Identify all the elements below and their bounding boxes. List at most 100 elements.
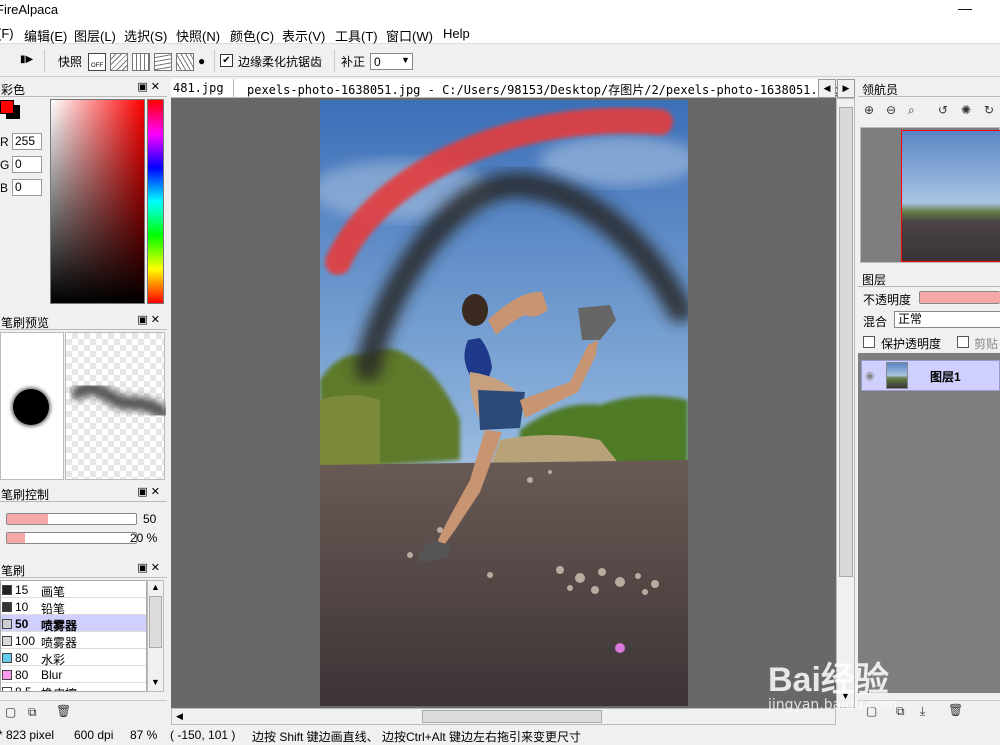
brush-name: 橡皮擦 xyxy=(41,685,77,691)
brush-size: 8.5 xyxy=(15,685,32,692)
brush-list-item[interactable]: 80 Blur xyxy=(1,666,146,683)
brush-list-item[interactable]: 80 水彩 xyxy=(1,649,146,667)
panel-float-close-icons[interactable]: ▣✕ xyxy=(137,485,163,498)
panel-float-close-icons[interactable]: ▣✕ xyxy=(137,313,163,326)
menu-select[interactable]: 选択(S) xyxy=(124,26,167,45)
status-zoom: 87 % xyxy=(130,728,158,742)
snap-curve-icon[interactable] xyxy=(176,53,194,71)
brush-size: 80 xyxy=(15,668,29,682)
menu-color[interactable]: 颜色(C) xyxy=(230,26,274,45)
saturation-value-picker[interactable] xyxy=(50,99,145,304)
trash-icon[interactable]: 🗑 xyxy=(56,704,71,718)
brush-opacity-fill xyxy=(7,533,26,543)
b-field[interactable]: 0 xyxy=(12,179,42,196)
panel-float-close-icons[interactable]: ▣✕ xyxy=(137,561,163,574)
tab-previous-document[interactable]: 481.jpg xyxy=(173,81,224,95)
layers-header: 图层 xyxy=(858,269,1000,287)
eye-icon[interactable]: ◉ xyxy=(865,369,875,382)
chevron-down-icon: ▼ xyxy=(401,55,410,65)
menu-file[interactable]: (F) xyxy=(0,26,14,41)
copy-brush-icon[interactable]: ⧉ xyxy=(28,705,37,720)
canvas-vscroll-thumb[interactable] xyxy=(839,107,853,577)
play-step-icon[interactable]: ▮▶ xyxy=(20,54,33,65)
protect-alpha-checkbox[interactable] xyxy=(863,336,875,348)
zoom-out-icon[interactable]: ⊖ xyxy=(886,103,896,117)
menu-tools[interactable]: 工具(T) xyxy=(335,26,378,45)
toolbar-separator xyxy=(214,50,215,72)
navigator-header: 领航员 xyxy=(858,79,1000,97)
layer-opacity-slider[interactable] xyxy=(919,291,1000,304)
scroll-up-icon[interactable]: ▲ xyxy=(151,582,160,592)
tab-scroll-right-icon[interactable]: ▶ xyxy=(837,79,855,98)
tab-divider xyxy=(233,79,234,97)
brush-color-swatch xyxy=(2,619,12,629)
g-field[interactable]: 0 xyxy=(12,156,42,173)
merge-layer-icon[interactable]: ⤓ xyxy=(920,704,925,719)
brush-opacity-slider[interactable] xyxy=(6,532,137,544)
protect-alpha-label: 保护透明度 xyxy=(881,337,942,351)
canvas-image[interactable] xyxy=(320,100,688,706)
brush-size: 50 xyxy=(15,617,29,631)
menu-window[interactable]: 窗口(W) xyxy=(386,26,433,45)
canvas-vertical-scrollbar[interactable]: ▼ xyxy=(836,98,855,708)
toolbar-separator xyxy=(334,50,335,72)
brush-tip-circle xyxy=(13,389,49,425)
menu-layer[interactable]: 图层(L) xyxy=(74,26,116,45)
zoom-reset-icon[interactable]: ⌕ xyxy=(908,103,915,118)
minimize-button[interactable]: — xyxy=(955,0,975,20)
rotate-right-icon[interactable]: ↻ xyxy=(984,103,994,117)
brush-opacity-value: 20 % xyxy=(130,531,158,545)
snap-point-icon[interactable]: ● xyxy=(198,54,205,68)
brush-list-item[interactable]: 15 画笔 xyxy=(1,581,146,599)
scroll-thumb[interactable] xyxy=(149,596,162,648)
correction-select[interactable]: 0 ▼ xyxy=(370,53,413,70)
r-label: R xyxy=(0,135,9,149)
brush-list-scrollbar[interactable]: ▲ ▼ xyxy=(147,580,164,692)
canvas-horizontal-scrollbar[interactable]: ◀ xyxy=(171,708,836,725)
color-panel-header: 彩色 ▣✕ xyxy=(0,79,167,97)
menu-edit[interactable]: 编辑(E) xyxy=(24,26,67,45)
antialias-checkbox[interactable]: ✔ xyxy=(220,54,233,67)
canvas-hscroll-thumb[interactable] xyxy=(422,710,602,723)
r-field[interactable]: 255 xyxy=(12,133,42,150)
snapshot-label: 快照 xyxy=(58,55,83,69)
snap-radial-icon[interactable] xyxy=(154,53,172,71)
primary-color-swatch[interactable] xyxy=(0,100,14,114)
snap-grid-icon[interactable] xyxy=(132,53,150,71)
brush-list-item[interactable]: 10 铅笔 xyxy=(1,598,146,616)
clipping-checkbox[interactable] xyxy=(957,336,969,348)
zoom-in-icon[interactable]: ⊕ xyxy=(864,103,874,117)
g-label: G xyxy=(0,158,10,172)
layer-thumbnail xyxy=(886,362,908,389)
brush-tip-preview xyxy=(0,332,64,480)
brush-list-item[interactable]: 100 喷雾器 xyxy=(1,632,146,650)
menu-help[interactable]: Help xyxy=(443,26,470,41)
tab-scroll-left-icon[interactable]: ◀ xyxy=(818,79,836,98)
panel-float-close-icons[interactable]: ▣✕ xyxy=(137,80,163,93)
tab-active-document[interactable]: pexels-photo-1638051.jpg - C:/Users/9815… xyxy=(247,81,839,98)
trash-icon[interactable]: 🗑 xyxy=(948,703,963,717)
brush-size-slider[interactable] xyxy=(6,513,137,525)
rotate-reset-icon[interactable]: ✺ xyxy=(961,103,971,117)
brush-color-swatch xyxy=(2,670,12,680)
brush-color-swatch xyxy=(2,687,12,691)
brush-size: 100 xyxy=(15,634,36,648)
scroll-left-icon[interactable]: ◀ xyxy=(176,711,183,722)
snap-off-icon[interactable]: OFF xyxy=(88,53,106,71)
scroll-down-icon[interactable]: ▼ xyxy=(151,677,160,687)
brush-list-item[interactable]: 8.5 橡皮擦 xyxy=(1,683,146,692)
navigator-thumbnail[interactable] xyxy=(860,127,1000,263)
layer-row[interactable]: ◉ 图层1 xyxy=(861,360,1000,391)
blend-mode-select[interactable]: 正常 xyxy=(894,311,1000,328)
new-brush-icon[interactable]: ▢ xyxy=(5,705,16,719)
duplicate-layer-icon[interactable]: ⧉ xyxy=(896,704,905,719)
brush-color-swatch xyxy=(2,653,12,663)
rotate-left-icon[interactable]: ↺ xyxy=(938,103,948,117)
hue-slider[interactable] xyxy=(147,99,164,304)
navigator-view-rect[interactable] xyxy=(901,130,1000,262)
menu-view[interactable]: 表示(V) xyxy=(282,26,325,45)
menu-snapshot[interactable]: 快照(N) xyxy=(176,26,220,45)
brush-panel-header: 笔刷 ▣✕ xyxy=(0,560,167,578)
snap-parallel-icon[interactable] xyxy=(110,53,128,71)
brush-list-item[interactable]: 50 喷雾器 xyxy=(1,615,146,633)
